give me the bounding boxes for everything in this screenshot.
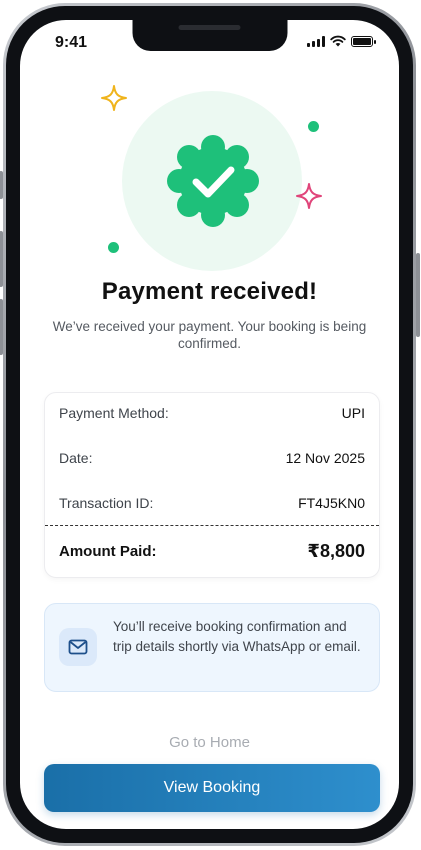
page-title: Payment received! <box>101 278 318 305</box>
confirmation-info-box: You’ll receive booking confirmation and … <box>44 603 380 692</box>
decorative-dot <box>308 121 319 132</box>
volume-up-button <box>0 231 3 287</box>
detail-row-transaction-id: Transaction ID: FT4J5KN0 <box>59 495 365 511</box>
signal-icon <box>307 35 325 47</box>
decorative-dot <box>108 242 119 253</box>
status-icons <box>307 35 376 47</box>
detail-label: Transaction ID: <box>59 495 154 511</box>
app-screen: 9:41 Payment received! We’ve received yo… <box>20 20 399 829</box>
view-booking-button[interactable]: View Booking <box>44 764 380 812</box>
status-time: 9:41 <box>55 34 88 51</box>
detail-row-date: Date: 12 Nov 2025 <box>59 450 365 466</box>
go-to-home-link[interactable]: Go to Home <box>20 734 399 751</box>
dashed-divider <box>45 525 379 526</box>
verified-check-icon <box>167 135 259 227</box>
sparkle-icon <box>296 183 322 209</box>
sparkle-icon <box>101 85 127 111</box>
detail-label: Date: <box>59 450 93 466</box>
battery-icon <box>351 35 376 47</box>
speaker <box>178 25 241 30</box>
detail-value: FT4J5KN0 <box>298 495 365 511</box>
detail-row-payment-method: Payment Method: UPI <box>59 405 365 421</box>
detail-row-amount-paid: Amount Paid: ₹8,800 <box>59 541 365 562</box>
payment-details-card: Payment Method: UPI Date: 12 Nov 2025 Tr… <box>44 392 380 578</box>
amount-label: Amount Paid: <box>59 543 157 560</box>
detail-label: Payment Method: <box>59 405 169 421</box>
notch <box>132 20 287 51</box>
detail-value: 12 Nov 2025 <box>285 450 365 466</box>
amount-value: ₹8,800 <box>307 541 365 561</box>
wifi-icon <box>330 35 346 47</box>
mute-switch <box>0 171 3 199</box>
mail-icon <box>68 639 88 655</box>
volume-down-button <box>0 299 3 355</box>
info-text: You’ll receive booking confirmation and … <box>113 619 361 654</box>
page-subtitle: We’ve received your payment. Your bookin… <box>52 319 367 351</box>
mail-icon-badge <box>59 628 97 666</box>
power-button <box>416 253 420 337</box>
phone-frame: 9:41 Payment received! We’ve received yo… <box>0 3 420 846</box>
detail-value: UPI <box>341 405 365 421</box>
